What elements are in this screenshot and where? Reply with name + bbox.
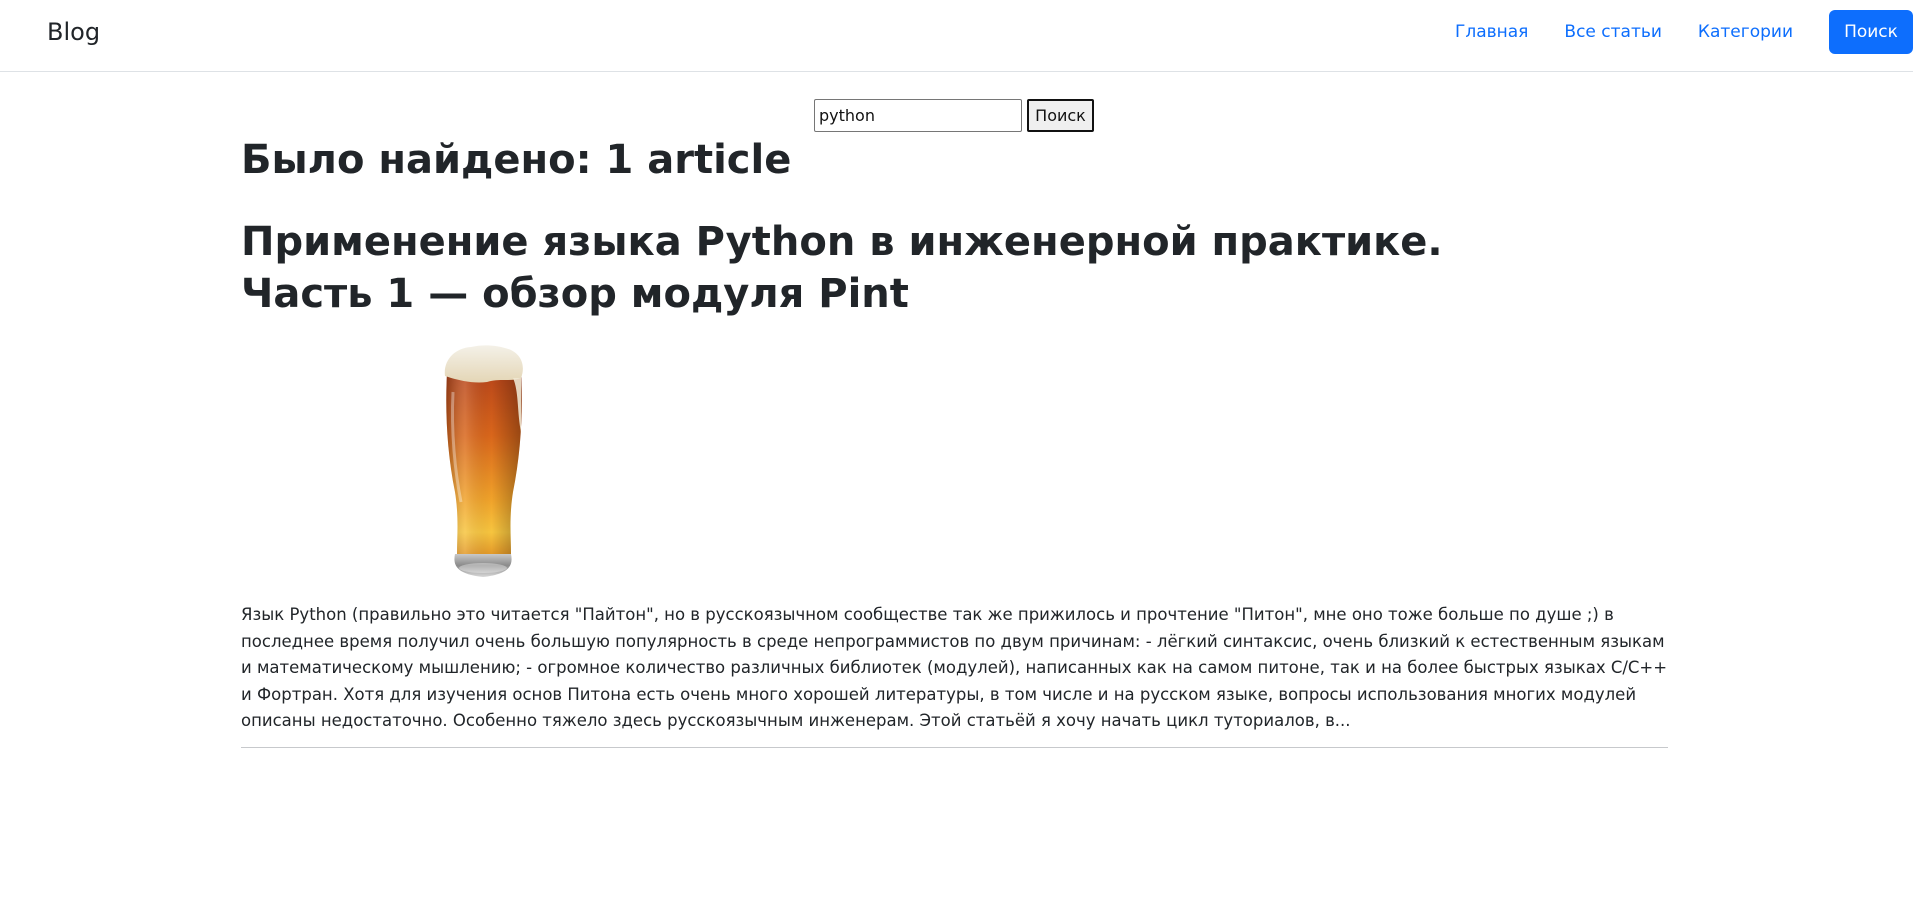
- nav-link-categories[interactable]: Категории: [1698, 10, 1793, 54]
- brand-link[interactable]: Blog: [47, 16, 100, 48]
- nav-link-all-articles[interactable]: Все статьи: [1564, 10, 1662, 54]
- article-title[interactable]: Применение языка Python в инженерной пра…: [241, 216, 1581, 320]
- divider: [241, 746, 1668, 748]
- main-content: Было найдено: 1 article Применение языка…: [241, 128, 1668, 748]
- nav-link-home[interactable]: Главная: [1455, 10, 1528, 54]
- article-excerpt: Язык Python (правильно это читается "Пай…: [241, 605, 1668, 730]
- results-count-heading: Было найдено: 1 article: [241, 137, 792, 183]
- article-card: Применение языка Python в инженерной пра…: [241, 216, 1668, 735]
- navbar: Blog Главная Все статьи Категории Поиск: [0, 0, 1913, 72]
- beer-glass-image: [444, 345, 523, 577]
- nav-links: Главная Все статьи Категории Поиск: [1455, 10, 1913, 54]
- nav-search-button[interactable]: Поиск: [1829, 10, 1913, 54]
